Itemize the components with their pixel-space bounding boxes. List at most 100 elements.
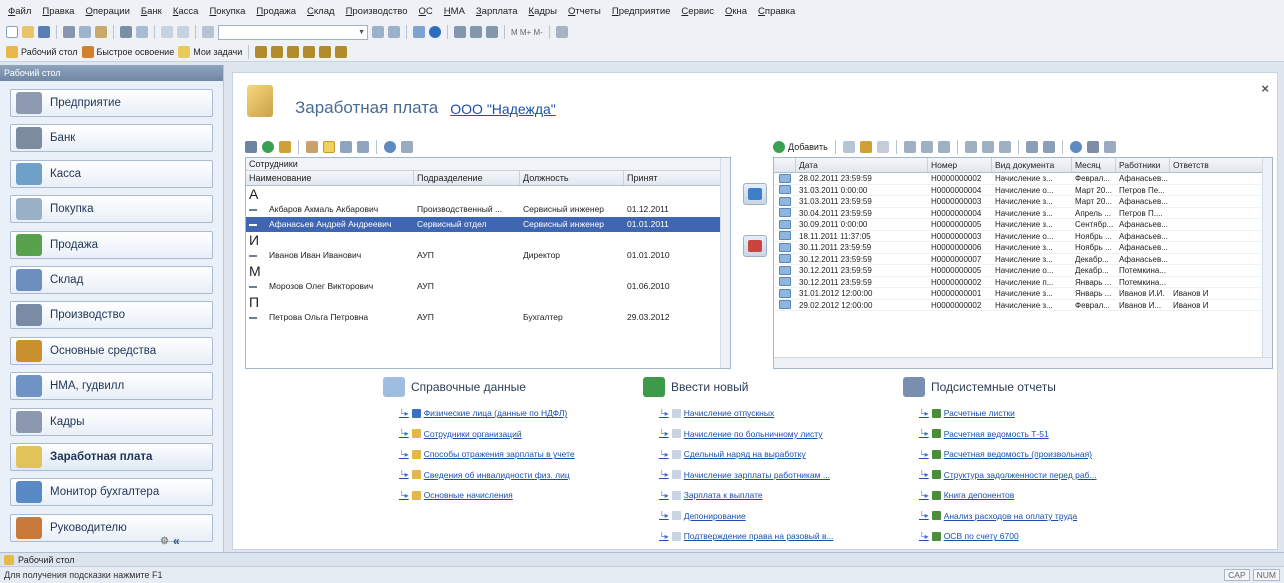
menu-item[interactable]: ОС — [417, 5, 435, 18]
column-header[interactable]: Принят — [624, 171, 722, 185]
user-icon[interactable] — [306, 141, 318, 153]
column-header[interactable]: Работники — [1116, 158, 1170, 172]
action-link[interactable]: └▸ Структура задолженности перед раб... — [919, 465, 1097, 486]
table-row[interactable]: 28.02.2011 23:59:59 Н0000000002 Начисление… — [774, 173, 1272, 185]
group-letter[interactable]: П — [246, 294, 730, 310]
search-combo[interactable]: ▼ — [218, 24, 368, 40]
column-header[interactable]: Вид документа — [992, 158, 1072, 172]
horizontal-scrollbar[interactable] — [774, 357, 1272, 368]
back-icon[interactable] — [161, 26, 173, 38]
sidebar-item[interactable]: Касса — [10, 159, 213, 188]
menu-item[interactable]: Производство — [344, 5, 410, 18]
action-link[interactable]: └▸ Расчетная ведомость (произвольная) — [919, 444, 1097, 465]
settings-icon[interactable]: ⚙ — [160, 536, 169, 547]
vertical-scrollbar[interactable] — [720, 158, 730, 368]
column-header[interactable]: Дата — [796, 158, 928, 172]
find-prev-icon[interactable] — [388, 26, 400, 38]
sidebar-item[interactable]: Склад — [10, 266, 213, 294]
interval-icon[interactable] — [903, 141, 916, 153]
action-link[interactable]: └▸ Расчетная ведомость Т-51 — [919, 424, 1097, 445]
table-row[interactable]: 31.03.2011 0:00:00 Н0000000004 Начисление … — [774, 185, 1272, 196]
sidebar-item[interactable]: Производство — [10, 301, 213, 330]
help-icon[interactable] — [429, 26, 441, 38]
refresh-icon[interactable] — [413, 26, 425, 38]
panel-icon[interactable] — [287, 45, 300, 58]
print-icon[interactable] — [120, 26, 132, 38]
copy-icon[interactable] — [842, 141, 855, 153]
column-header[interactable]: Должность — [520, 171, 624, 185]
table-icon[interactable] — [454, 26, 466, 38]
sidebar-item[interactable]: Покупка — [10, 195, 213, 224]
add-button[interactable]: Добавить — [773, 141, 828, 153]
menu-item[interactable]: Покупка — [207, 5, 247, 18]
sort-icon[interactable] — [1042, 141, 1055, 153]
memory-buttons[interactable]: M M+ M- — [511, 28, 543, 37]
menu-item[interactable]: Правка — [40, 5, 76, 18]
table-row[interactable]: 30.09.2011 0:00:00 Н0000000005 Начисление … — [774, 219, 1272, 231]
columns-icon[interactable] — [401, 141, 413, 153]
cut-icon[interactable] — [63, 26, 75, 38]
table-row[interactable]: Акбаров Акмаль Акбарович Производственный… — [246, 202, 730, 217]
panel-icon[interactable] — [303, 45, 316, 58]
action-link[interactable]: └▸ Сведения об инвалидности физ. лиц — [399, 465, 575, 486]
panel-icon[interactable] — [335, 45, 348, 58]
add-to-doc-button[interactable] — [743, 183, 767, 205]
group-letter[interactable]: М — [246, 263, 730, 279]
sidebar-item[interactable]: Монитор бухгалтера — [10, 478, 213, 507]
desktop-button[interactable]: Рабочий стол — [6, 45, 78, 58]
menu-item[interactable]: Касса — [171, 5, 201, 18]
menu-item[interactable]: Продажа — [254, 5, 298, 18]
group-letter[interactable]: А — [246, 186, 730, 202]
action-link[interactable]: └▸ Подтверждение права на разовый в... — [659, 526, 834, 547]
close-icon[interactable]: × — [1261, 81, 1269, 96]
journal-icon[interactable] — [981, 141, 994, 153]
action-link[interactable]: └▸ Способы отражения зарплаты в учете — [399, 444, 575, 465]
table-row[interactable]: 31.03.2011 23:59:59 Н0000000003 Начисление… — [774, 196, 1272, 208]
refresh-icon[interactable] — [384, 141, 396, 153]
action-link[interactable]: └▸ Анализ расходов на оплату труда — [919, 506, 1097, 527]
edit-icon[interactable] — [279, 141, 291, 153]
edit-icon[interactable] — [859, 141, 872, 153]
settings-icon[interactable] — [555, 26, 568, 38]
filter-icon[interactable] — [245, 141, 257, 153]
sidebar-item[interactable]: Банк — [10, 124, 213, 153]
action-link[interactable]: └▸ Физические лица (данные по НДФЛ) — [399, 403, 575, 424]
sort-icon[interactable] — [340, 141, 352, 153]
preview-icon[interactable] — [136, 26, 148, 38]
quickstart-button[interactable]: Быстрое освоение — [81, 45, 174, 58]
menu-item[interactable]: НМА — [442, 5, 467, 18]
table-row[interactable]: 30.12.2011 23:59:59 Н0000000005 Начисление… — [774, 265, 1272, 277]
menu-item[interactable]: Окна — [723, 5, 749, 18]
collapse-icon[interactable]: « — [173, 534, 180, 548]
table-row[interactable]: 31.01.2012 12:00:00 Н0000000001 Начисление… — [774, 288, 1272, 300]
panel-icon[interactable] — [271, 45, 284, 58]
group-letter[interactable]: И — [246, 232, 730, 248]
search-icon[interactable] — [920, 141, 933, 153]
calculator-icon[interactable] — [486, 26, 498, 38]
table-row[interactable]: 30.12.2011 23:59:59 Н0000000002 Начисление… — [774, 277, 1272, 288]
action-link[interactable]: └▸ Зарплата к выплате — [659, 485, 834, 506]
column-header[interactable]: Ответств — [1170, 158, 1264, 172]
remove-from-doc-button[interactable] — [743, 235, 767, 257]
action-link[interactable]: └▸ Начисление отпускных — [659, 403, 834, 424]
tab-desktop[interactable]: Рабочий стол — [18, 555, 75, 565]
column-header[interactable]: Подразделение — [414, 171, 520, 185]
table-row[interactable]: 30.12.2011 23:59:59 Н0000000007 Начисление… — [774, 254, 1272, 265]
menu-item[interactable]: Справка — [756, 5, 797, 18]
table-row[interactable]: Морозов Олег Викторович АУП 01.06.2010 — [246, 279, 730, 294]
report-icon[interactable] — [998, 141, 1011, 153]
action-link[interactable]: └▸ Сотрудники организаций — [399, 424, 575, 445]
hierarchy-icon[interactable] — [323, 141, 335, 153]
action-link[interactable]: └▸ Основные начисления — [399, 485, 575, 506]
organization-link[interactable]: ООО "Надежда" — [450, 98, 556, 118]
table-row[interactable]: 29.02.2012 12:00:00 Н0000000002 Начисление… — [774, 300, 1272, 311]
sidebar-item[interactable]: Продажа — [10, 230, 213, 259]
action-link[interactable]: └▸ Депонирование — [659, 506, 834, 527]
forward-icon[interactable] — [177, 26, 189, 38]
menu-item[interactable]: Зарплата — [474, 5, 520, 18]
menu-item[interactable]: Файл — [6, 5, 33, 18]
column-header[interactable]: Месяц — [1072, 158, 1116, 172]
action-link[interactable]: └▸ Начисление по больничному листу — [659, 424, 834, 445]
menu-item[interactable]: Предприятие — [610, 5, 673, 18]
post-icon[interactable] — [937, 141, 950, 153]
